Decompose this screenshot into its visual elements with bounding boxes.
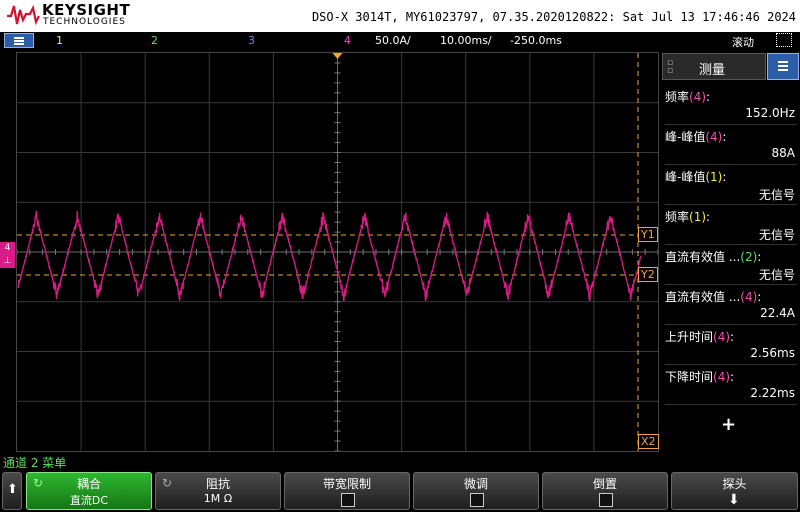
measurement-label: 上升时间(4): — [665, 330, 735, 344]
checkbox-icon — [470, 493, 484, 507]
divider — [665, 124, 797, 125]
divider — [665, 364, 797, 365]
scroll-dots-icon: ▫ ▫ — [667, 58, 674, 76]
measurement-value: 2.56ms — [750, 346, 795, 360]
measurement-item[interactable]: 频率(1): 无信号 — [665, 206, 800, 246]
measurement-value: 无信号 — [758, 228, 795, 242]
waveform-graticule — [17, 53, 658, 451]
measurement-label: 峰-峰值(4): — [665, 130, 727, 144]
measurement-label: 直流有效值 ...(4): — [665, 290, 762, 304]
channel-1-indicator[interactable]: 1 — [56, 34, 63, 47]
channel-bar: 1 2 3 4 50.0A/ 10.00ms/ -250.0ms 滚动 — [0, 32, 800, 50]
measurement-label: 直流有效值 ...(2): — [665, 250, 762, 264]
measurement-item[interactable]: 下降时间(4): 2.22ms — [665, 366, 800, 406]
acquisition-mode[interactable]: 滚动 — [732, 34, 754, 50]
measurement-sidebar: ▫ ▫ 测量 频率(4): 152.0Hz 峰-峰值(4): 88A 峰-峰值(1): 无信… — [661, 52, 800, 452]
arrow-down-icon: ⬇ — [728, 492, 740, 508]
back-button[interactable]: ⬆ — [2, 472, 22, 510]
keysight-logo-icon — [7, 4, 40, 26]
instrument-info: DSO-X 3014T, MY61023797, 07.35.202012082… — [311, 10, 796, 24]
measurement-item[interactable]: 直流有效值 ...(2): 无信号 — [665, 246, 800, 286]
divider — [665, 204, 797, 205]
softkey-fine[interactable]: 微调 — [413, 472, 539, 510]
channel-4-ground-marker[interactable]: 4 ⊥ — [0, 242, 15, 268]
softkey-menu-title: 通道 2 菜单 — [3, 456, 67, 470]
measurement-value: 无信号 — [758, 268, 795, 282]
measurement-item[interactable]: 峰-峰值(1): 无信号 — [665, 166, 800, 206]
measurement-value: 2.22ms — [750, 386, 795, 400]
measurement-item[interactable]: 峰-峰值(4): 88A — [665, 126, 800, 166]
measurement-tab[interactable]: ▫ ▫ 测量 — [662, 53, 766, 80]
divider — [665, 284, 797, 285]
divider — [665, 404, 797, 405]
measurement-label: 峰-峰值(1): — [665, 170, 727, 184]
add-measurement-button[interactable]: + — [721, 414, 736, 435]
checkbox-icon — [341, 493, 355, 507]
softkey-coupling[interactable]: ↻ 耦合 直流DC — [26, 472, 152, 510]
divider — [665, 324, 797, 325]
divider — [665, 244, 797, 245]
measurement-label: 频率(4): — [665, 90, 711, 104]
measurement-label: 频率(1): — [665, 210, 711, 224]
trigger-marker-icon — [332, 53, 343, 59]
softkey-probe[interactable]: 探头 ⬇ — [671, 472, 798, 510]
softkey-bar: ⬆ ↻ 耦合 直流DC ↻ 阻抗 1M Ω 带宽限制 微调 倒置 探头 ⬇ — [0, 472, 800, 512]
title-bar: KEYSIGHT TECHNOLOGIES DSO-X 3014T, MY610… — [0, 0, 800, 32]
softkey-impedance[interactable]: ↻ 阻抗 1M Ω — [155, 472, 281, 510]
softkey-invert[interactable]: 倒置 — [542, 472, 668, 510]
measurement-item[interactable]: 直流有效值 ...(4): 22.4A — [665, 286, 800, 326]
measurement-label: 下降时间(4): — [665, 370, 735, 384]
softkey-bandwidth-limit[interactable]: 带宽限制 — [284, 472, 410, 510]
channel-3-indicator[interactable]: 3 — [248, 34, 255, 47]
measurement-item[interactable]: 上升时间(4): 2.56ms — [665, 326, 800, 366]
divider — [665, 164, 797, 165]
zoom-region-icon[interactable] — [776, 33, 792, 47]
channel-4-indicator[interactable]: 4 — [344, 34, 351, 47]
timebase[interactable]: 10.00ms/ — [440, 34, 492, 47]
ch4-scale[interactable]: 50.0A/ — [375, 34, 411, 47]
checkbox-icon — [599, 493, 613, 507]
cursor-x2-tag[interactable]: X2 — [638, 434, 659, 449]
waveform-display[interactable]: Y1 Y2 X2 — [16, 52, 659, 452]
brand-subtitle: TECHNOLOGIES — [43, 17, 126, 27]
horizontal-delay[interactable]: -250.0ms — [510, 34, 562, 47]
measurement-menu-button[interactable] — [767, 53, 799, 80]
channel-2-indicator[interactable]: 2 — [151, 34, 158, 47]
measurement-value: 无信号 — [758, 188, 795, 202]
measurement-value: 88A — [771, 146, 795, 160]
measurement-value: 22.4A — [760, 306, 795, 320]
channel-4-waveform — [17, 210, 642, 302]
cursor-y2-tag[interactable]: Y2 — [638, 267, 658, 282]
main-menu-button[interactable] — [4, 33, 34, 48]
measurement-item[interactable]: 频率(4): 152.0Hz — [665, 86, 800, 126]
measurement-title: 测量 — [699, 63, 726, 78]
cursor-y1-tag[interactable]: Y1 — [638, 227, 658, 242]
measurement-value: 152.0Hz — [745, 106, 795, 120]
